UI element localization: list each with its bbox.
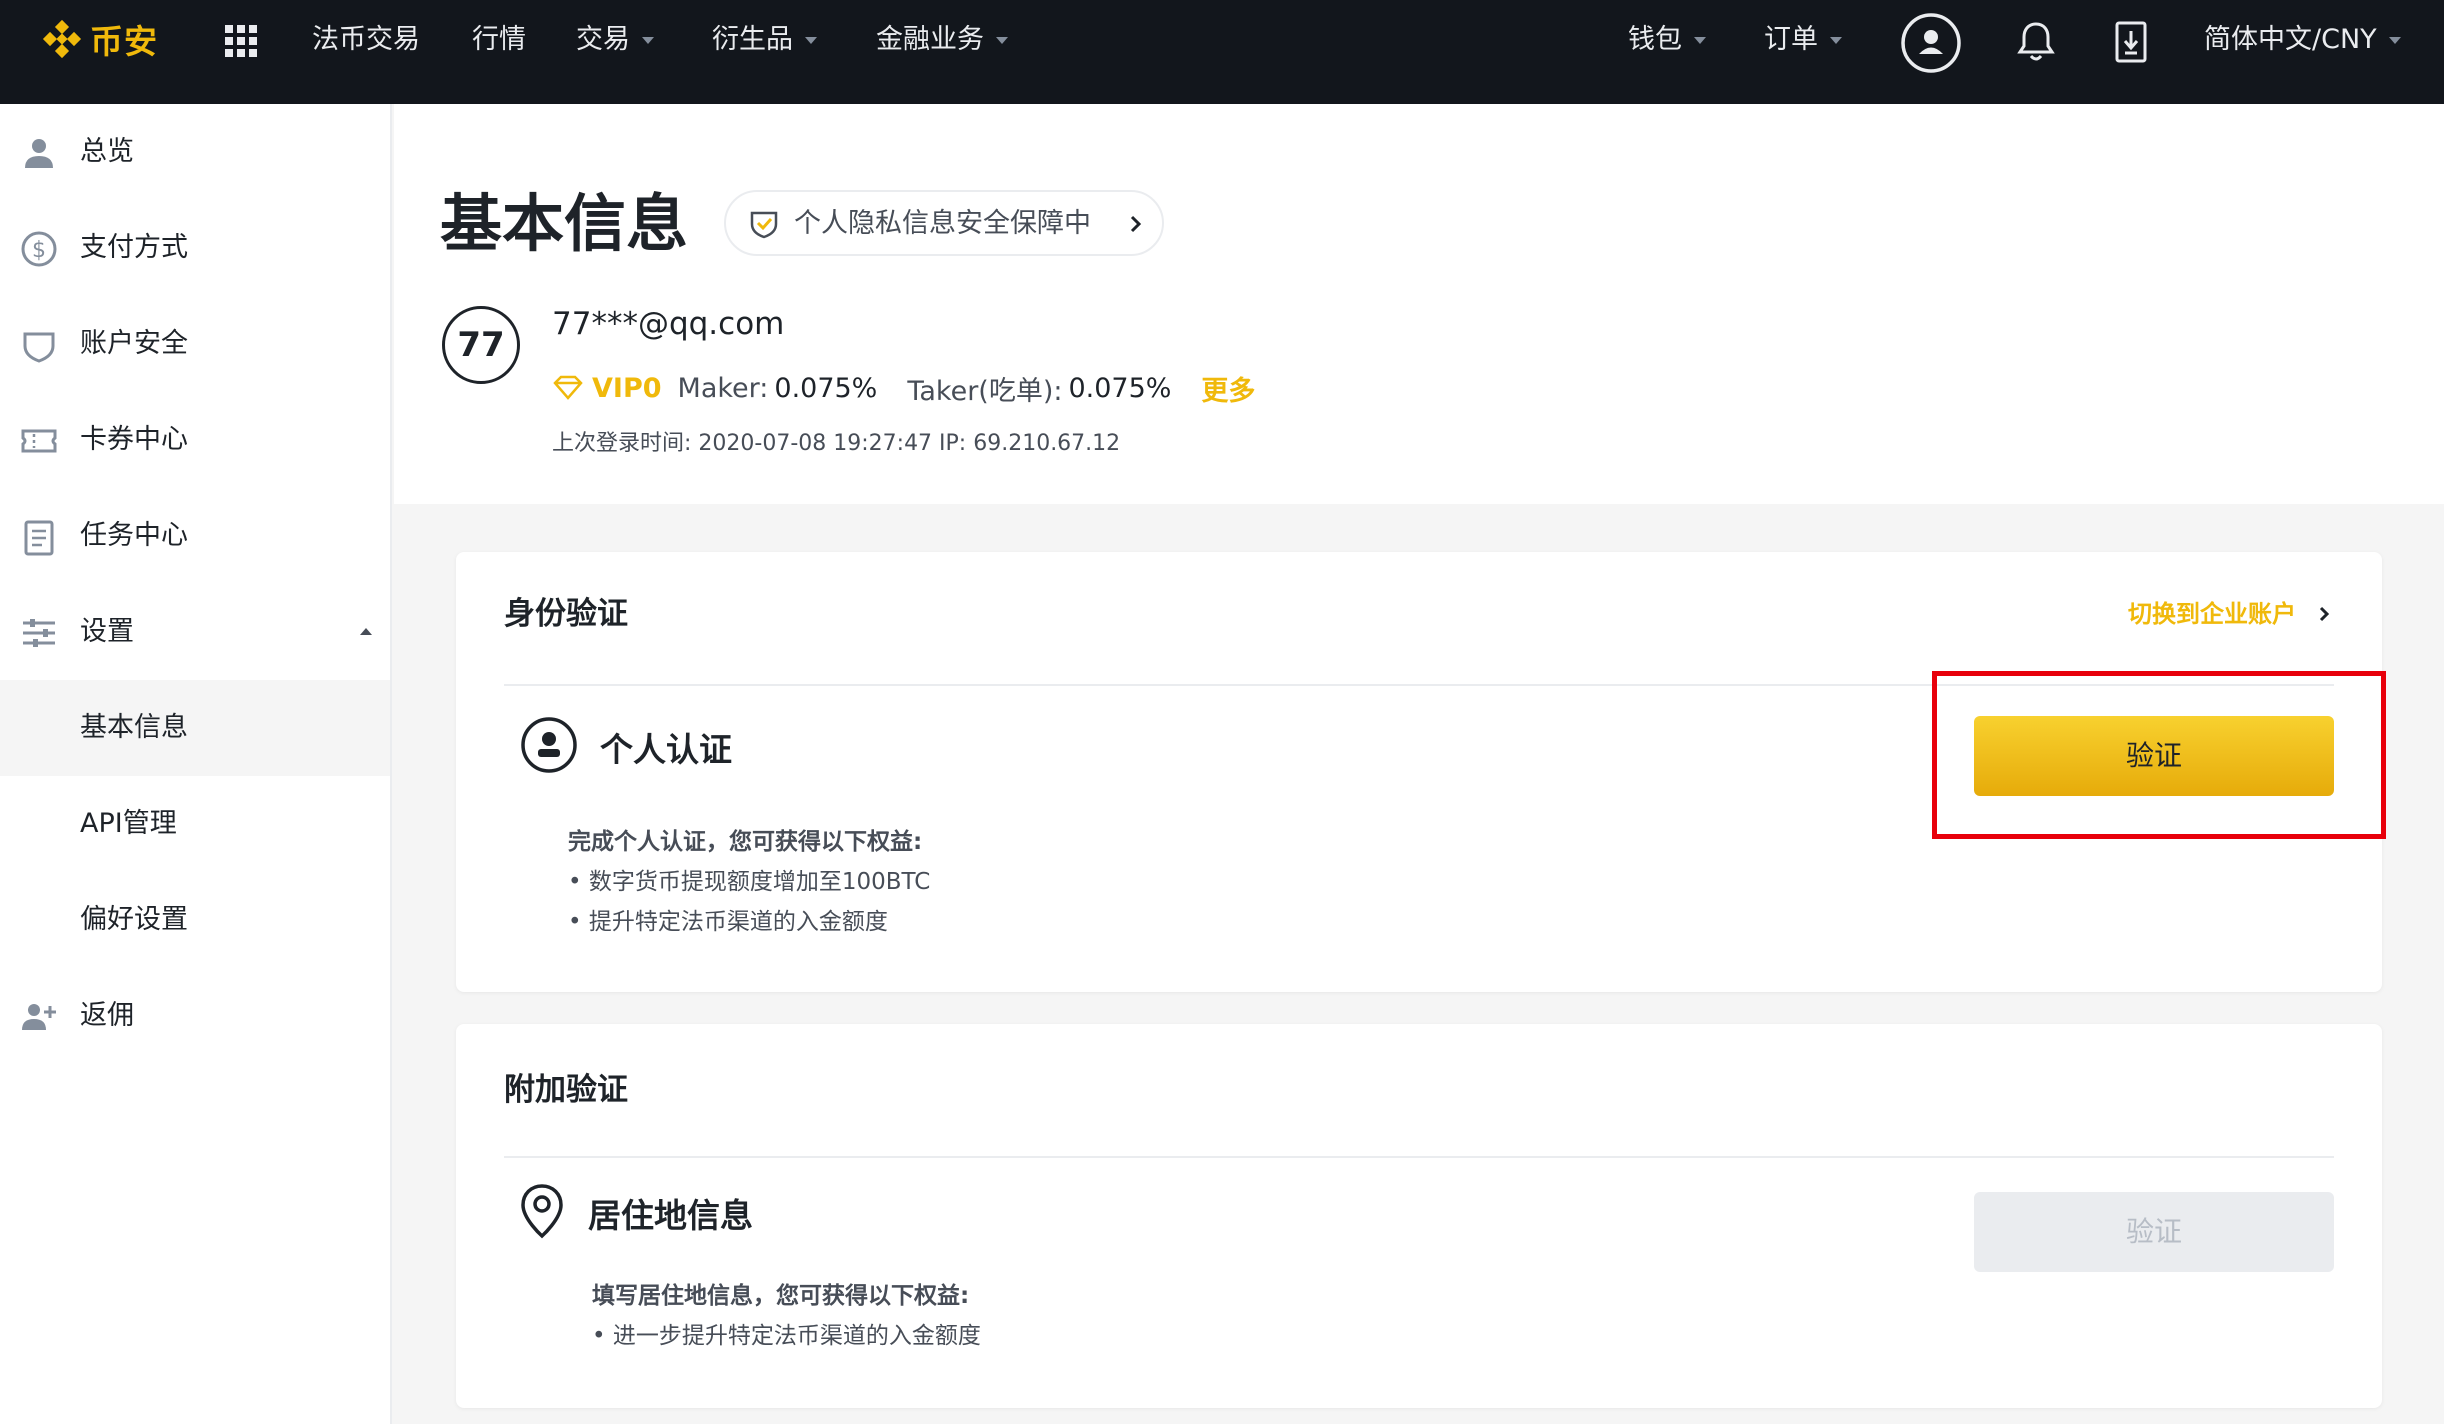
privacy-label: 个人隐私信息安全保障中	[794, 208, 1091, 239]
nav-fiat-trade[interactable]: 法币交易	[312, 20, 420, 60]
benefit-item: • 提升特定法币渠道的入金额度	[568, 909, 888, 935]
shield-check-icon	[748, 208, 780, 240]
nav-trade[interactable]: 交易	[576, 20, 654, 60]
maker-value: 0.075%	[774, 372, 878, 404]
sidebar-item-label: 偏好设置	[80, 904, 188, 935]
nav-label: 金融业务	[876, 24, 984, 55]
fee-info: VIP0 Maker: 0.075% Taker(吃单): 0.075% 更多	[552, 368, 1255, 408]
last-login-info: 上次登录时间: 2020-07-08 19:27:47 IP: 69.210.6…	[552, 431, 1121, 456]
divider	[504, 1156, 2334, 1158]
sidebar-item-overview[interactable]: 总览	[0, 104, 390, 200]
user-circle-icon[interactable]	[1900, 12, 1962, 78]
diamond-icon	[552, 374, 584, 402]
sidebar-item-label: API管理	[80, 808, 177, 839]
residence-info-head: 居住地信息	[518, 1182, 753, 1244]
nav-label: 交易	[576, 24, 630, 55]
switch-to-business-link[interactable]: 切换到企业账户	[2128, 598, 2334, 630]
nav-label: 衍生品	[712, 24, 793, 55]
location-pin-icon	[518, 1182, 566, 1244]
additional-verification-card: 附加验证 居住地信息 填写居住地信息，您可获得以下权益: • 进一步提升特定法币…	[456, 1024, 2382, 1408]
clipboard-icon	[20, 518, 58, 556]
nav-orders[interactable]: 订单	[1764, 20, 1842, 60]
sidebar-item-label: 卡券中心	[80, 424, 188, 455]
account-email: 77***@qq.com	[552, 306, 785, 342]
brand-logo[interactable]: 币安	[40, 17, 158, 61]
benefit-item: • 数字货币提现额度增加至100BTC	[568, 869, 931, 895]
top-navigation-bar: 币安 法币交易 行情 交易 衍生品 金融业务 钱包 订单 简体中文/CNY	[0, 0, 2444, 104]
taker-label: Taker(吃单):	[907, 375, 1063, 407]
highlight-annotation	[1932, 671, 2386, 839]
chevron-down-icon	[805, 36, 817, 44]
nav-markets[interactable]: 行情	[472, 20, 526, 60]
nav-label: 行情	[472, 24, 526, 55]
sidebar-item-settings[interactable]: 设置	[0, 584, 390, 680]
taker-value: 0.075%	[1068, 372, 1172, 404]
sidebar-item-label: 基本信息	[80, 712, 188, 743]
vip-level: VIP0	[592, 372, 662, 404]
card-title: 附加验证	[504, 1072, 628, 1108]
card-title: 身份验证	[504, 596, 628, 632]
avatar: 77	[442, 306, 520, 384]
sidebar-item-label: 返佣	[80, 1000, 134, 1031]
benefit-item: • 进一步提升特定法币渠道的入金额度	[592, 1323, 981, 1349]
privacy-protection-link[interactable]: 个人隐私信息安全保障中	[724, 190, 1164, 256]
nav-finance[interactable]: 金融业务	[876, 20, 1008, 60]
svg-text:$: $	[32, 238, 46, 263]
more-link[interactable]: 更多	[1201, 369, 1255, 408]
sidebar: 总览 $ 支付方式 账户安全 卡券中心 任务中心 设置 基本信息 API管理 偏…	[0, 104, 392, 1424]
add-user-icon	[20, 998, 58, 1036]
locale-label: 简体中文/CNY	[2204, 24, 2377, 55]
sidebar-item-security[interactable]: 账户安全	[0, 296, 390, 392]
maker-label: Maker:	[677, 372, 769, 404]
benefit-title: 填写居住地信息，您可获得以下权益:	[592, 1283, 970, 1309]
sidebar-item-label: 总览	[80, 136, 134, 167]
bell-icon[interactable]	[2016, 20, 2056, 68]
personal-verification-head: 个人认证	[520, 716, 732, 778]
sidebar-item-preferences[interactable]: 偏好设置	[0, 872, 390, 968]
nav-derivatives[interactable]: 衍生品	[712, 20, 817, 60]
sidebar-item-referral[interactable]: 返佣	[0, 968, 390, 1064]
shield-icon	[20, 326, 58, 364]
chevron-right-icon	[2316, 600, 2334, 628]
chevron-up-icon	[360, 628, 372, 635]
page-title: 基本信息	[440, 187, 689, 260]
user-icon	[20, 134, 58, 172]
binance-logo-icon	[40, 17, 84, 61]
ticket-icon	[20, 422, 58, 460]
chevron-down-icon	[2388, 36, 2401, 44]
chevron-right-icon	[1126, 208, 1146, 240]
chevron-down-icon	[642, 36, 654, 44]
sidebar-item-payment[interactable]: $ 支付方式	[0, 200, 390, 296]
sidebar-item-tasks[interactable]: 任务中心	[0, 488, 390, 584]
benefit-title: 完成个人认证，您可获得以下权益:	[568, 829, 923, 855]
locale-selector[interactable]: 简体中文/CNY	[2204, 20, 2401, 60]
grid-icon[interactable]	[224, 24, 258, 58]
sliders-icon	[20, 614, 58, 652]
switch-link-label: 切换到企业账户	[2128, 600, 2296, 628]
dollar-icon: $	[20, 230, 58, 268]
verify-residence-button[interactable]: 验证	[1974, 1192, 2334, 1272]
nav-label: 钱包	[1628, 24, 1682, 55]
chevron-down-icon	[1830, 36, 1842, 44]
sidebar-item-label: 账户安全	[80, 328, 188, 359]
nav-label: 法币交易	[312, 24, 420, 55]
chevron-down-icon	[1694, 36, 1706, 44]
section-label: 个人认证	[600, 730, 732, 769]
sidebar-item-label: 设置	[80, 616, 134, 647]
nav-label: 订单	[1764, 24, 1818, 55]
nav-wallet[interactable]: 钱包	[1628, 20, 1706, 60]
sidebar-item-coupons[interactable]: 卡券中心	[0, 392, 390, 488]
sidebar-item-label: 任务中心	[80, 520, 188, 551]
chevron-down-icon	[996, 36, 1008, 44]
user-circle-icon	[520, 716, 578, 778]
brand-name: 币安	[90, 22, 158, 61]
sidebar-item-label: 支付方式	[80, 232, 188, 263]
profile-header: 基本信息 个人隐私信息安全保障中 77 77***@qq.com VIP0 Ma…	[394, 104, 2444, 504]
download-icon[interactable]	[2114, 20, 2148, 68]
sidebar-item-basic-info[interactable]: 基本信息	[0, 680, 390, 776]
sidebar-item-api[interactable]: API管理	[0, 776, 390, 872]
section-label: 居住地信息	[588, 1196, 753, 1235]
